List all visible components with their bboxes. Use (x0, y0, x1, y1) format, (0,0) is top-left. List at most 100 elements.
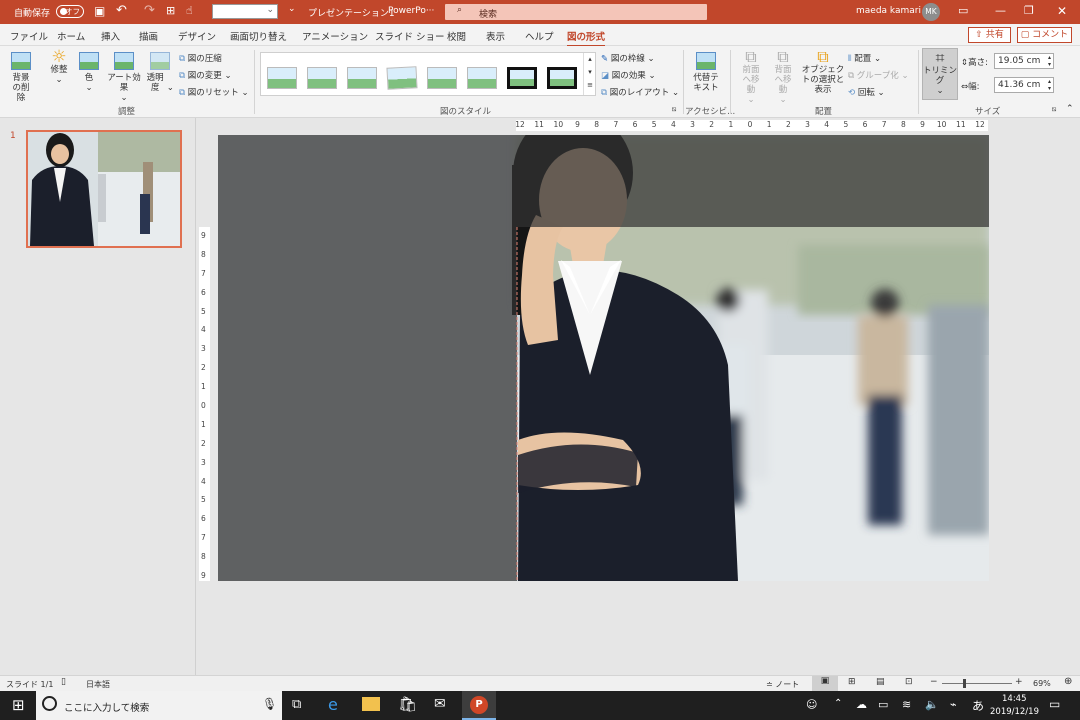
close-icon[interactable]: ✕ (1057, 4, 1067, 18)
cropped-picture[interactable] (218, 135, 989, 581)
reading-view-icon[interactable]: ▤ (876, 677, 885, 687)
width-field[interactable]: 41.36 cm ▴ ▾ (994, 77, 1054, 93)
tab-view[interactable]: 表示 (486, 29, 505, 43)
style-thumb[interactable] (467, 67, 497, 89)
clock-time[interactable]: 14:45 (1002, 694, 1027, 704)
tab-design[interactable]: デザイン (178, 29, 216, 43)
zoom-out-icon[interactable]: − (930, 677, 938, 687)
color-button[interactable]: 色 ⌄ (76, 52, 102, 93)
tab-insert[interactable]: 挿入 (101, 29, 120, 43)
bring-forward-button[interactable]: ⧉ 前面へ移動 ⌄ (736, 49, 766, 106)
notification-icon[interactable]: ▭ (1049, 697, 1060, 711)
normal-view-icon[interactable]: ▣ (812, 676, 838, 691)
powerpoint-taskbar-button[interactable]: P (462, 691, 496, 720)
style-thumb[interactable] (347, 67, 377, 89)
battery-icon[interactable]: ▭ (878, 698, 888, 711)
align-button[interactable]: ⫴ 配置 ⌄ (848, 52, 881, 64)
picture-styles-gallery[interactable]: ▴ ▾ ≡ (260, 52, 596, 96)
height-field[interactable]: 19.05 cm ▴ ▾ (994, 53, 1054, 69)
tab-file[interactable]: ファイル (10, 29, 48, 43)
slide-canvas[interactable] (218, 135, 989, 581)
wifi-icon[interactable]: ≋ (902, 698, 911, 711)
undo-icon[interactable]: ↶ (116, 3, 127, 18)
tab-draw[interactable]: 描画 (139, 29, 158, 43)
group-objects-button[interactable]: ⧉ グループ化 ⌄ (848, 69, 909, 81)
zoom-level[interactable]: 69% (1033, 679, 1051, 688)
gallery-scroll[interactable]: ▴ ▾ ≡ (583, 53, 596, 95)
artistic-effects-button[interactable]: アート効果 ⌄ (104, 52, 144, 103)
remove-background-button[interactable]: 背景の削除 (4, 52, 38, 103)
touch-mode-icon[interactable]: ☝ (186, 4, 193, 17)
fit-to-window-icon[interactable]: ⊕ (1064, 676, 1072, 687)
alt-text-button[interactable]: 代替テキスト (688, 52, 724, 93)
taskbar-search-box[interactable]: ここに入力して検索 🎙 (36, 691, 282, 720)
selection-pane-button[interactable]: ⧉ オブジェクトの選択と表示 (800, 49, 846, 96)
style-thumb[interactable] (427, 67, 457, 89)
tab-review[interactable]: 校閲 (447, 29, 466, 43)
ime-indicator[interactable]: あ (972, 697, 984, 714)
zoom-slider[interactable] (942, 683, 1012, 684)
picture-border-button[interactable]: ✎ 図の枠線 ⌄ (601, 52, 655, 64)
collapse-ribbon-icon[interactable]: ⌃ (1066, 104, 1074, 114)
transparency-button[interactable]: 透明度 ⌄ (146, 52, 174, 93)
windows-start-icon[interactable]: ⊞ (12, 696, 25, 714)
comment-button[interactable]: ▢ コメント (1017, 27, 1072, 43)
slide-thumbnail[interactable] (26, 130, 182, 248)
task-view-icon[interactable]: ⧉ (292, 697, 301, 712)
slideshow-icon[interactable]: ⊡ (905, 677, 913, 687)
minimize-icon[interactable]: — (995, 4, 1006, 17)
tab-transitions[interactable]: 画面切り替え (230, 29, 287, 43)
store-icon[interactable]: 🛍 (398, 695, 417, 713)
language[interactable]: 日本語 (86, 679, 110, 690)
microphone-icon[interactable]: 🎙 (262, 697, 277, 711)
picture-layout-button[interactable]: ⧉ 図のレイアウト ⌄ (601, 86, 679, 98)
volume-icon[interactable]: 🔈 (925, 698, 939, 711)
zoom-slider-thumb[interactable] (963, 679, 966, 688)
font-dropdown[interactable]: ⌄ (212, 4, 278, 19)
size-dialog-launcher-icon[interactable]: ⧅ (1052, 105, 1056, 114)
save-icon[interactable]: ▣ (94, 4, 105, 18)
network-icon[interactable]: ⌁ (950, 698, 957, 711)
crop-button[interactable]: ⌗ トリミング ⌄ (922, 48, 958, 100)
share-button[interactable]: ⇧ 共有 (968, 27, 1011, 43)
restore-icon[interactable]: ❐ (1024, 4, 1034, 17)
onedrive-icon[interactable]: ☁ (856, 698, 867, 711)
show-hidden-icons[interactable]: ⌃ (834, 698, 842, 709)
spellcheck-icon[interactable]: ▯ (61, 677, 66, 687)
tab-help[interactable]: ヘルプ (525, 29, 554, 43)
people-icon[interactable]: ☺ (806, 698, 817, 711)
compress-pictures-button[interactable]: ⧉ 図の圧縮 (179, 52, 222, 64)
width-spinner[interactable]: ▴ ▾ (1048, 78, 1051, 92)
tab-picture-format[interactable]: 図の形式 (567, 29, 606, 47)
styles-dialog-launcher-icon[interactable]: ⧅ (672, 105, 676, 114)
style-thumb[interactable] (307, 67, 337, 89)
ribbon-display-icon[interactable]: ▭ (958, 4, 968, 17)
clock-date[interactable]: 2019/12/19 (990, 707, 1039, 717)
tab-home[interactable]: ホーム (57, 29, 85, 43)
mail-icon[interactable]: ✉ (434, 696, 446, 712)
slide-sorter-icon[interactable]: ⊞ (848, 677, 856, 687)
avatar[interactable]: MK (922, 3, 940, 21)
corrections-button[interactable]: ☼ 修整 ⌄ (44, 49, 74, 86)
style-thumb[interactable] (507, 67, 537, 89)
picture-effects-button[interactable]: ◪ 図の効果 ⌄ (601, 69, 656, 81)
change-picture-button[interactable]: ⧉ 図の変更 ⌄ (179, 69, 232, 81)
edge-icon[interactable]: e (328, 695, 338, 714)
style-thumb[interactable] (547, 67, 577, 89)
notes-button[interactable]: ≐ ノート (766, 679, 799, 690)
user-name[interactable]: maeda kamari (856, 6, 921, 16)
autosave-toggle[interactable]: オフ (56, 5, 84, 18)
present-icon[interactable]: ⊞ (166, 4, 175, 17)
tab-animations[interactable]: アニメーション (302, 29, 368, 43)
zoom-in-icon[interactable]: + (1015, 677, 1023, 687)
tab-slideshow[interactable]: スライド ショー (375, 29, 445, 43)
redo-icon[interactable]: ↷ (144, 3, 155, 18)
height-spinner[interactable]: ▴ ▾ (1048, 54, 1051, 68)
style-thumb[interactable] (267, 67, 297, 89)
style-thumb[interactable] (386, 66, 418, 90)
search-box[interactable]: ⌕ 検索 (445, 4, 707, 20)
rotate-button[interactable]: ⟲ 回転 ⌄ (848, 86, 885, 98)
send-backward-button[interactable]: ⧉ 背面へ移動 ⌄ (768, 49, 798, 106)
file-explorer-icon[interactable] (362, 697, 380, 711)
reset-picture-button[interactable]: ⧉ 図のリセット ⌄ (179, 86, 249, 98)
